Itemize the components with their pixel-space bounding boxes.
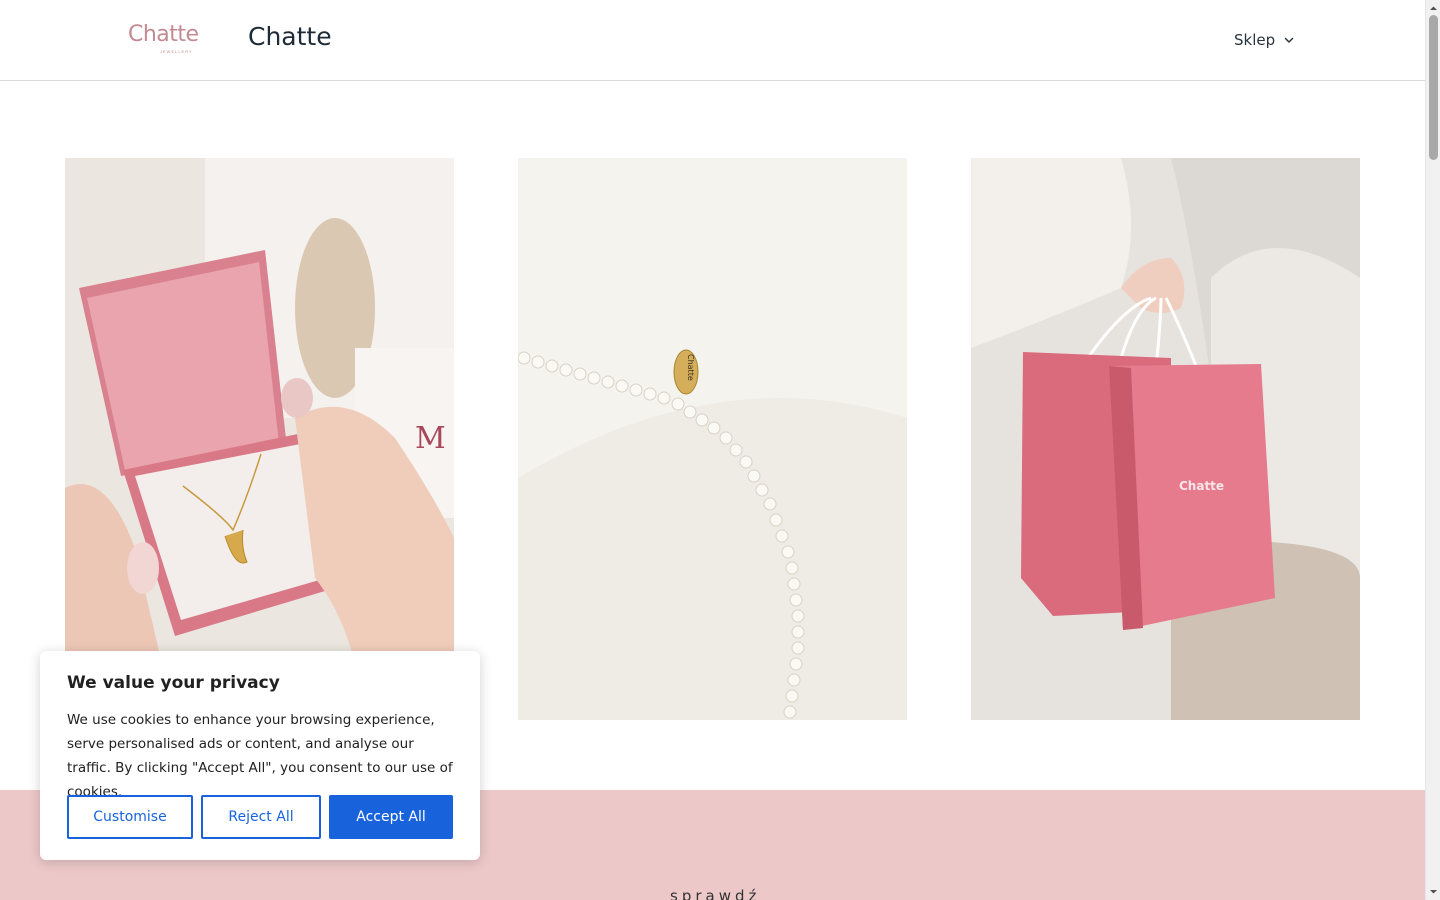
pearl-tag-text: Chatte <box>686 354 695 381</box>
logo-wordmark: Chatte <box>128 22 199 47</box>
reject-all-button[interactable]: Reject All <box>201 795 321 839</box>
scrollbar-thumb[interactable] <box>1429 15 1438 160</box>
gallery-image-gift-box: M <box>65 158 454 720</box>
pearl-necklace-photo: Chatte <box>518 158 907 720</box>
site-logo[interactable]: Chatte JEWELLERY <box>128 22 220 56</box>
shopping-bags-photo: Chatte <box>971 158 1360 720</box>
gallery-image-shopping-bags: Chatte <box>971 158 1360 720</box>
gallery-image-pearl-necklace: Chatte <box>518 158 907 720</box>
site-header: Chatte JEWELLERY Chatte Sklep <box>0 0 1425 81</box>
nav-shop-label: Sklep <box>1234 31 1276 49</box>
scroll-down-arrow-icon[interactable] <box>1429 887 1438 896</box>
page-scrollbar[interactable] <box>1425 0 1440 900</box>
cookie-description: We use cookies to enhance your browsing … <box>67 712 453 800</box>
bag-logo-text: Chatte <box>1179 479 1224 493</box>
svg-text:M: M <box>415 421 446 456</box>
scroll-up-arrow-icon[interactable] <box>1429 4 1438 13</box>
chevron-down-icon <box>1284 37 1294 43</box>
cookie-title: We value your privacy <box>67 673 280 693</box>
customise-button[interactable]: Customise <box>67 795 193 839</box>
gift-box-photo: M <box>65 158 454 720</box>
site-title[interactable]: Chatte <box>248 22 332 51</box>
section-label: sprawdź <box>670 887 761 900</box>
accept-all-button[interactable]: Accept All <box>329 795 453 839</box>
nav-shop-menu[interactable]: Sklep <box>1234 29 1295 51</box>
logo-subtext: JEWELLERY <box>160 49 193 54</box>
cookie-consent-banner: We value your privacy We use cookies to … <box>40 651 480 860</box>
